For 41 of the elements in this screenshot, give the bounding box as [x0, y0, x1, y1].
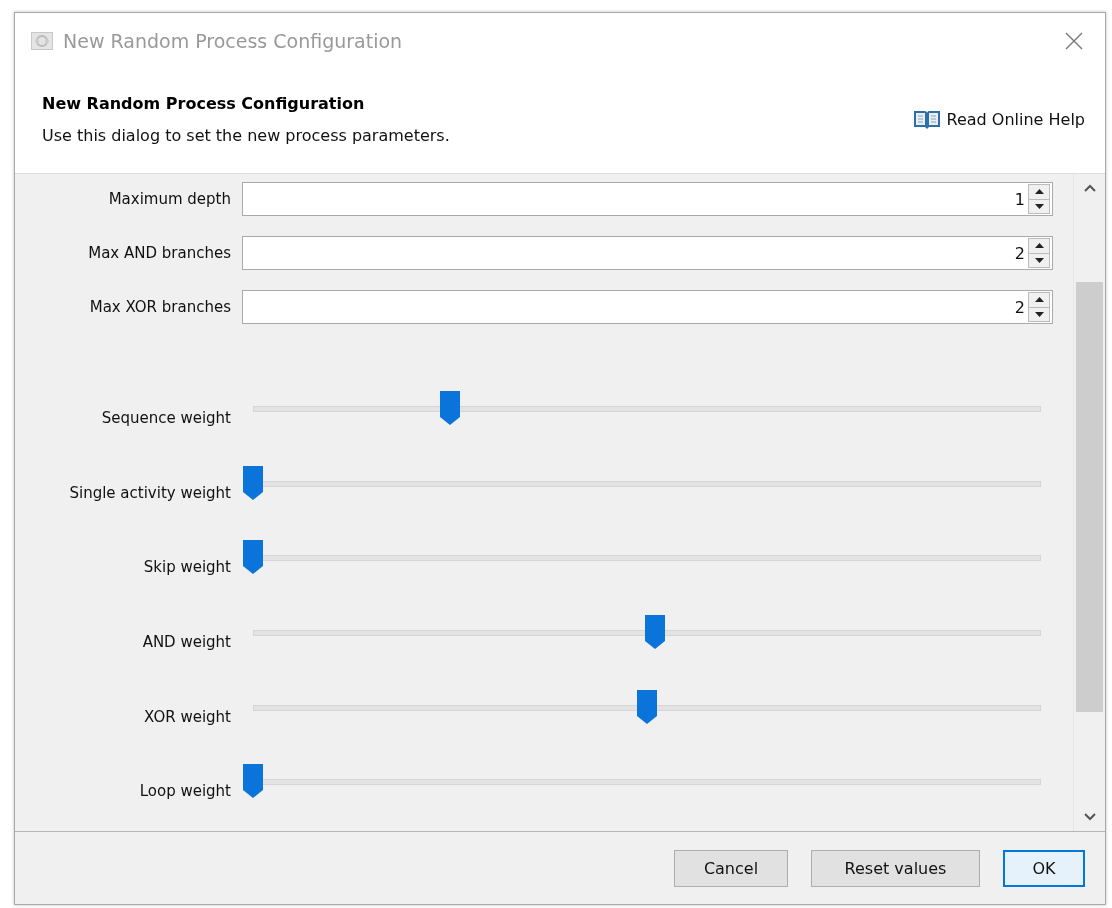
- window-title: New Random Process Configuration: [63, 29, 404, 52]
- slider-label: XOR weight: [143, 706, 232, 726]
- field-label: Max AND branches: [87, 244, 232, 262]
- scroll-down-icon[interactable]: [1083, 813, 1096, 821]
- slider-label: Sequence weight: [100, 408, 232, 428]
- app-icon: [31, 31, 53, 50]
- slider-thumb[interactable]: [637, 689, 657, 724]
- scroll-up-icon[interactable]: [1083, 184, 1096, 192]
- dialog-button[interactable]: Reset values: [811, 849, 980, 887]
- increment-button[interactable]: [1029, 293, 1049, 307]
- slider-thumb[interactable]: [644, 615, 665, 650]
- slider-label: Skip weight: [142, 557, 232, 577]
- slider-thumb[interactable]: [243, 764, 263, 799]
- dialog-button[interactable]: Cancel: [674, 849, 788, 887]
- slider-label: Loop weight: [138, 781, 232, 801]
- field-label: Maximum depth: [107, 190, 232, 208]
- down-arrow-icon: [1034, 311, 1044, 317]
- close-icon[interactable]: [1065, 31, 1083, 50]
- scrollbar-thumb[interactable]: [1076, 282, 1103, 712]
- increment-button[interactable]: [1029, 185, 1049, 199]
- slider-thumb[interactable]: [243, 465, 263, 500]
- dialog-button[interactable]: OK: [1003, 849, 1085, 887]
- slider-label: AND weight: [141, 632, 232, 652]
- increment-button[interactable]: [1029, 239, 1049, 253]
- slider-thumb[interactable]: [243, 540, 263, 575]
- slider-thumb[interactable]: [440, 391, 460, 426]
- down-arrow-icon: [1034, 203, 1044, 209]
- up-arrow-icon: [1034, 243, 1044, 249]
- book-icon: [912, 108, 941, 130]
- slider-label: Single activity weight: [68, 482, 232, 502]
- number-spinner[interactable]: 1: [242, 182, 1053, 216]
- number-spinner[interactable]: 2: [242, 290, 1053, 324]
- up-arrow-icon: [1034, 297, 1044, 303]
- dialog-description: Use this dialog to set the new process parameters.: [42, 126, 450, 145]
- down-arrow-icon: [1034, 257, 1044, 263]
- vertical-scrollbar[interactable]: [1073, 174, 1105, 831]
- number-spinner[interactable]: 2: [242, 236, 1053, 270]
- up-arrow-icon: [1034, 189, 1044, 195]
- field-label: Max XOR branches: [88, 298, 232, 316]
- help-link[interactable]: Read Online Help: [946, 109, 1085, 129]
- dialog-heading: New Random Process Configuration: [42, 94, 366, 113]
